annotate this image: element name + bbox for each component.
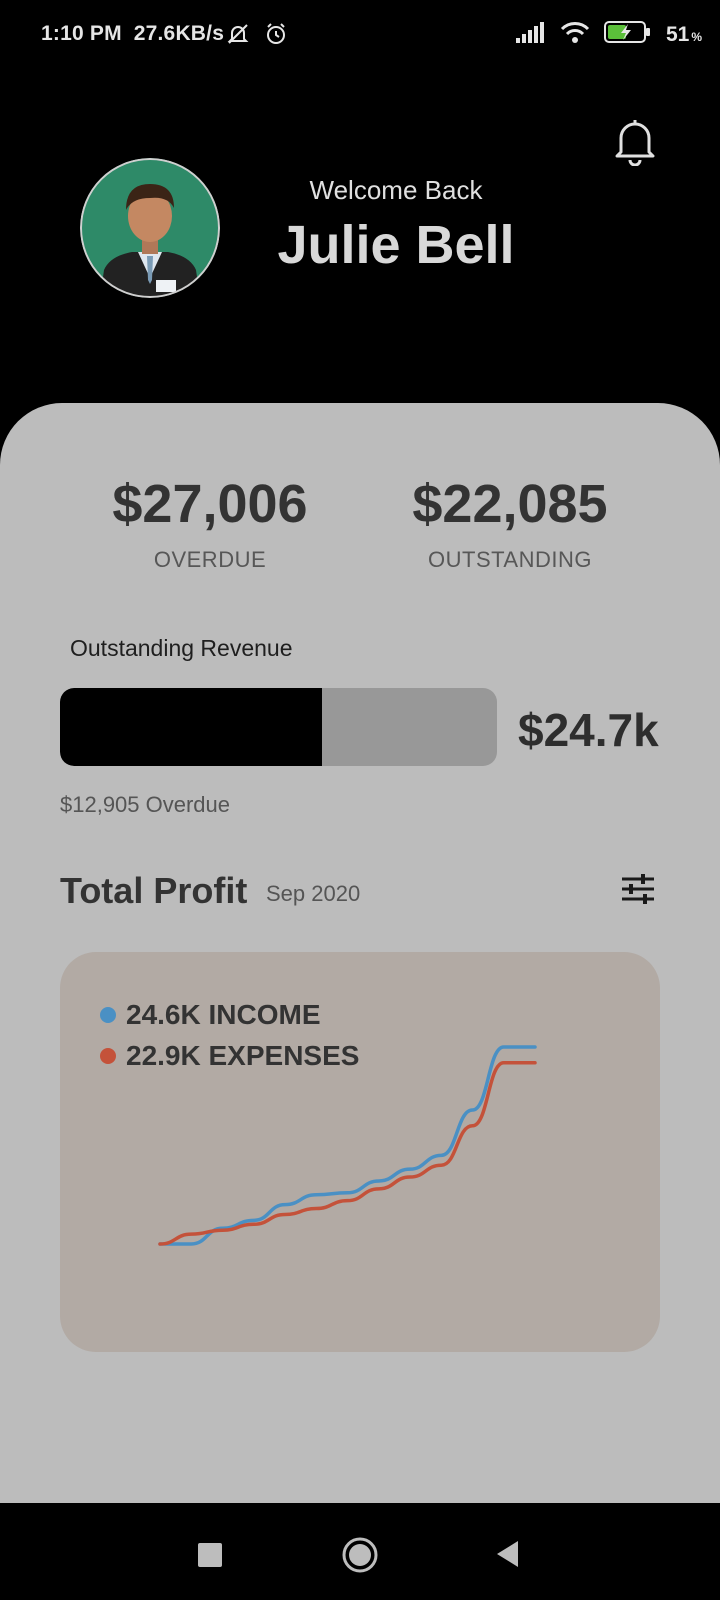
revenue-progress-fill bbox=[60, 688, 323, 766]
user-name: Julie Bell bbox=[277, 215, 515, 275]
outstanding-stat: $22,085 OUTSTANDING bbox=[360, 477, 660, 573]
profit-title: Total Profit bbox=[60, 870, 248, 911]
net-speed: 27.6KB/s bbox=[133, 22, 225, 45]
home-circle-icon[interactable] bbox=[341, 1536, 379, 1574]
profit-date[interactable]: Sep 2020 bbox=[266, 881, 360, 907]
bell-icon[interactable] bbox=[613, 116, 657, 167]
status-left: 1:10 PM 27.6KB/s bbox=[41, 22, 288, 46]
revenue-total: $24.7k bbox=[518, 704, 659, 756]
revenue-progress-bar bbox=[60, 688, 497, 766]
avatar[interactable] bbox=[80, 158, 220, 298]
series-line-income bbox=[158, 1045, 537, 1246]
nav-bar bbox=[0, 1503, 720, 1600]
revenue-title: Outstanding Revenue bbox=[70, 635, 293, 661]
overdue-value: $27,006 bbox=[112, 474, 308, 534]
wifi-icon bbox=[560, 21, 590, 49]
overdue-stat: $27,006 OVERDUE bbox=[60, 477, 360, 573]
alarm-icon bbox=[264, 22, 288, 46]
status-time: 1:10 PM bbox=[41, 22, 122, 45]
dashboard-card: $27,006 OVERDUE $22,085 OUTSTANDING Outs… bbox=[0, 403, 720, 1503]
outstanding-label: OUTSTANDING bbox=[428, 547, 592, 572]
profit-chart-card: 24.6K INCOME 22.9K EXPENSES bbox=[60, 952, 660, 1352]
revenue-overdue-text: $12,905 Overdue bbox=[60, 792, 231, 817]
recents-square-icon[interactable] bbox=[198, 1543, 222, 1567]
sliders-icon[interactable] bbox=[618, 871, 658, 907]
profit-line-chart bbox=[158, 1045, 537, 1246]
signal-icon bbox=[515, 21, 546, 49]
mute-notifications-icon bbox=[226, 22, 250, 46]
battery-level: 51% bbox=[665, 23, 702, 46]
outstanding-value: $22,085 bbox=[412, 474, 608, 534]
welcome-text: Welcome Back bbox=[309, 175, 483, 205]
overdue-label: OVERDUE bbox=[153, 547, 267, 572]
series-line-expenses bbox=[158, 1061, 537, 1246]
businessman-avatar bbox=[80, 158, 220, 298]
back-triangle-icon[interactable] bbox=[494, 1539, 520, 1569]
battery-charging-icon bbox=[603, 20, 652, 50]
battery-unit: % bbox=[691, 30, 702, 44]
status-right: 51% bbox=[515, 20, 702, 50]
status-bar: 1:10 PM 27.6KB/s 51 % bbox=[0, 0, 720, 72]
